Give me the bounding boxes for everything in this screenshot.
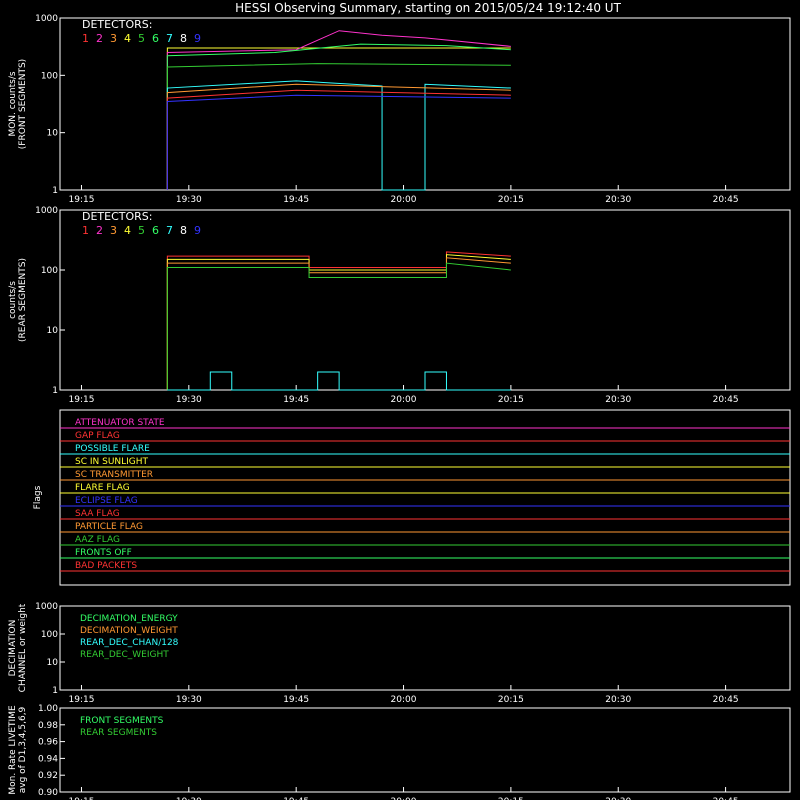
series-line xyxy=(166,94,511,190)
front-ytick-label: 1 xyxy=(52,186,58,196)
flag-label: SC IN SUNLIGHT xyxy=(75,457,149,467)
front-ytick-label: 100 xyxy=(41,71,58,81)
xtick-label: 19:30 xyxy=(176,395,202,405)
flag-label: FRONTS OFF xyxy=(75,548,132,558)
rear-ytick-label: 1000 xyxy=(35,206,58,216)
detectors-label: DETECTORS: xyxy=(82,210,152,223)
detector-num: 8 xyxy=(180,32,187,45)
detectors-label: DETECTORS: xyxy=(82,18,152,31)
decimation-ylabel: DECIMATIONCHANNEL or weight xyxy=(8,603,28,692)
xtick-label: 20:45 xyxy=(713,195,739,205)
xtick-label: 20:30 xyxy=(605,395,631,405)
xtick-label: 20:00 xyxy=(391,395,417,405)
front-ytick-label: 10 xyxy=(47,129,59,139)
xtick-label: 19:15 xyxy=(69,395,95,405)
series-line xyxy=(166,254,511,390)
series-line xyxy=(166,89,511,190)
detector-num: 1 xyxy=(82,32,89,45)
series-line xyxy=(167,371,511,391)
decimation-ytick-label: 1000 xyxy=(35,602,58,612)
front-ylabel: MON. counts/s(FRONT SEGMENTS) xyxy=(8,59,28,149)
flags-ylabel: Flags xyxy=(33,485,43,509)
detector-num: 2 xyxy=(96,32,103,45)
rear-ylabel: counts/s(REAR SEGMENTS) xyxy=(8,258,28,342)
detector-num: 4 xyxy=(124,32,131,45)
decimation-ytick-label: 100 xyxy=(41,630,58,640)
detector-num: 6 xyxy=(152,32,159,45)
flag-label: AAZ FLAG xyxy=(75,535,120,545)
xtick-label: 20:45 xyxy=(713,395,739,405)
livetime-ytick-label: 0.92 xyxy=(38,771,58,781)
xtick-label: 19:15 xyxy=(69,195,95,205)
flags-panel xyxy=(59,409,791,586)
series-line xyxy=(166,83,511,190)
detector-num: 6 xyxy=(152,224,159,237)
front-ytick-label: 1000 xyxy=(35,14,58,24)
xtick-label: 19:15 xyxy=(69,695,95,705)
flag-label: POSSIBLE FLARE xyxy=(75,444,150,454)
detector-num: 3 xyxy=(110,32,117,45)
livetime-ylabel: Mon. Rate LIVETIMEavg of D1,3,4,5,6,9 xyxy=(8,705,28,795)
xtick-label: 20:00 xyxy=(391,195,417,205)
detector-num: 1 xyxy=(82,224,89,237)
observing-summary-chart: HESSI Observing Summary, starting on 201… xyxy=(8,1,791,800)
flag-label: ATTENUATOR STATE xyxy=(75,418,165,428)
legend-item: DECIMATION_WEIGHT xyxy=(80,626,178,636)
rear-ytick-label: 1 xyxy=(52,386,58,396)
detector-num: 8 xyxy=(180,224,187,237)
legend-item: REAR SEGMENTS xyxy=(80,728,157,738)
rear-ytick-label: 100 xyxy=(41,266,58,276)
series-line xyxy=(166,262,511,390)
flag-label: FLARE FLAG xyxy=(75,483,130,493)
xtick-label: 20:15 xyxy=(498,195,524,205)
flag-label: GAP FLAG xyxy=(75,431,120,441)
livetime-ytick-label: 0.96 xyxy=(38,738,58,748)
livetime-ytick-label: 0.90 xyxy=(38,788,58,798)
detector-num: 5 xyxy=(138,224,145,237)
series-line xyxy=(166,47,511,190)
livetime-ytick-label: 0.98 xyxy=(38,721,58,731)
livetime-ytick-label: 1.00 xyxy=(38,704,58,714)
detector-num: 3 xyxy=(110,224,117,237)
xtick-label: 19:45 xyxy=(283,195,309,205)
detector-num: 9 xyxy=(194,32,201,45)
xtick-label: 20:30 xyxy=(605,195,631,205)
flag-label: SC TRANSMITTER xyxy=(75,470,153,480)
legend-item: REAR_DEC_CHAN/128 xyxy=(80,638,179,648)
xtick-label: 19:45 xyxy=(283,695,309,705)
flag-label: SAA FLAG xyxy=(75,509,120,519)
legend-item: REAR_DEC_WEIGHT xyxy=(80,650,169,660)
livetime-panel xyxy=(59,707,791,793)
flag-label: PARTICLE FLAG xyxy=(75,522,143,532)
legend-item: DECIMATION_ENERGY xyxy=(80,614,178,624)
flag-label: BAD PACKETS xyxy=(75,561,137,571)
detector-num: 4 xyxy=(124,224,131,237)
series-line xyxy=(166,63,511,190)
detector-num: 7 xyxy=(166,32,173,45)
flag-label: ECLIPSE FLAG xyxy=(75,496,138,506)
decimation-ytick-label: 10 xyxy=(47,658,59,668)
detector-num: 9 xyxy=(194,224,201,237)
detector-num: 7 xyxy=(166,224,173,237)
livetime-ytick-label: 0.94 xyxy=(38,754,58,764)
xtick-label: 20:30 xyxy=(605,695,631,705)
xtick-label: 20:00 xyxy=(391,695,417,705)
legend-item: FRONT SEGMENTS xyxy=(80,716,164,726)
decimation-ytick-label: 1 xyxy=(52,686,58,696)
xtick-label: 20:45 xyxy=(713,695,739,705)
xtick-label: 20:15 xyxy=(498,695,524,705)
rear-ytick-label: 10 xyxy=(47,326,59,336)
xtick-label: 19:30 xyxy=(176,195,202,205)
detector-num: 5 xyxy=(138,32,145,45)
xtick-label: 19:30 xyxy=(176,695,202,705)
xtick-label: 20:15 xyxy=(498,395,524,405)
xtick-label: 19:45 xyxy=(283,395,309,405)
rear-panel xyxy=(59,209,791,391)
detector-num: 2 xyxy=(96,224,103,237)
chart-title: HESSI Observing Summary, starting on 201… xyxy=(235,1,621,15)
